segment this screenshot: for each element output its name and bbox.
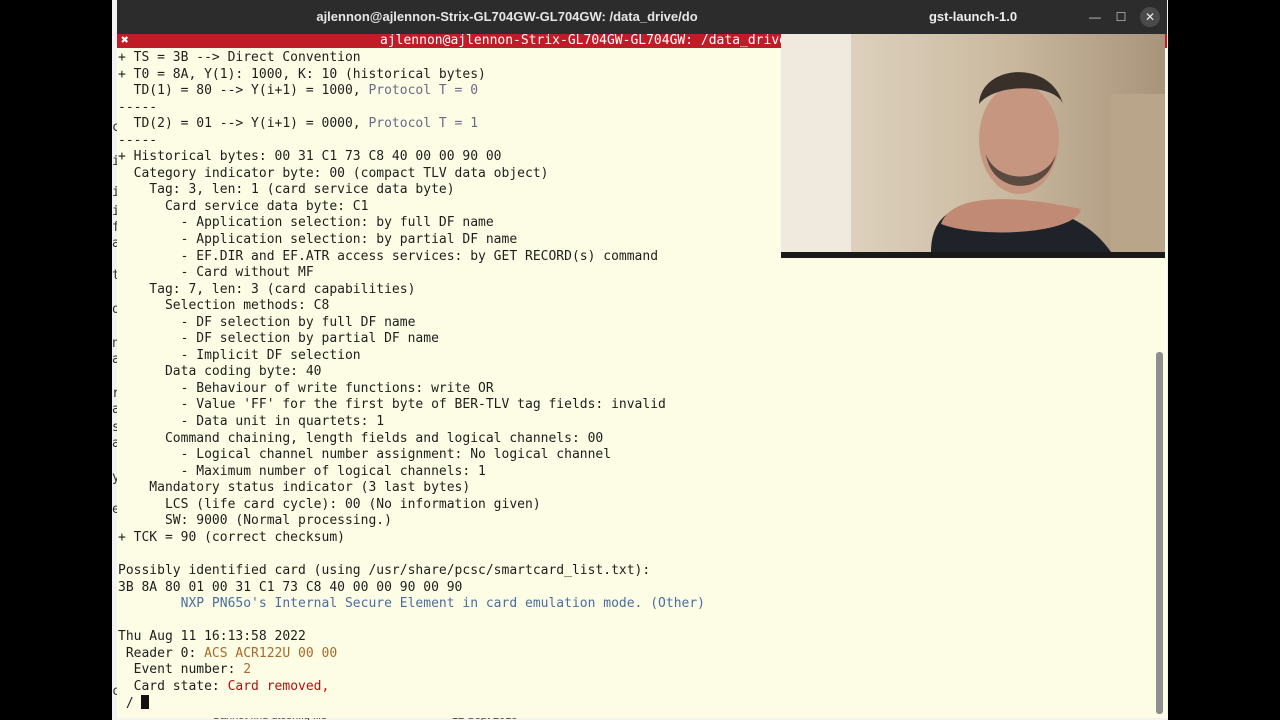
- terminal-title: ajlennon@ajlennon-Strix-GL704GW-GL704GW:…: [316, 9, 698, 24]
- gst-titlebar[interactable]: gst-launch-1.0 — ☐ ✕: [781, 0, 1165, 34]
- terminal-text: - Card without MF: [118, 265, 314, 281]
- terminal-text: - Maximum number of logical channels: 1: [118, 463, 486, 479]
- terminal-text: TD(1) = 80 --> Y(i+1) = 1000,: [118, 83, 369, 99]
- terminal-line: Selection methods: C8: [118, 298, 1148, 315]
- terminal-line: Command chaining, length fields and logi…: [118, 431, 1148, 448]
- terminal-text: - Application selection: by full DF name: [118, 215, 494, 231]
- terminal-text: + TCK = 90 (correct checksum): [118, 529, 345, 545]
- terminal-text: - Behaviour of write functions: write OR: [118, 380, 494, 396]
- terminal-line: - Behaviour of write functions: write OR: [118, 381, 1148, 398]
- maximize-icon[interactable]: ☐: [1111, 7, 1131, 27]
- terminal-line: - DF selection by partial DF name: [118, 331, 1148, 348]
- terminal-text: Category indicator byte: 00 (compact TLV…: [118, 165, 549, 181]
- terminal-line: - Card without MF: [118, 265, 1148, 282]
- terminal-line: - Logical channel number assignment: No …: [118, 447, 1148, 464]
- terminal-line: - Maximum number of logical channels: 1: [118, 464, 1148, 481]
- terminal-line: Mandatory status indicator (3 last bytes…: [118, 480, 1148, 497]
- terminal-text: - Implicit DF selection: [118, 347, 361, 363]
- tab-title: ajlennon@ajlennon-Strix-GL704GW-GL704GW:…: [380, 34, 811, 48]
- gst-video-window[interactable]: gst-launch-1.0 — ☐ ✕: [781, 0, 1165, 258]
- terminal-text: -----: [118, 132, 158, 148]
- terminal-text: + T0 = 8A, Y(1): 1000, K: 10 (historical…: [118, 66, 486, 82]
- terminal-text: Tag: 7, len: 3 (card capabilities): [118, 281, 416, 297]
- terminal-text: Protocol T = 0: [368, 83, 479, 99]
- terminal-text: - Logical channel number assignment: No …: [118, 447, 612, 463]
- terminal-line: Event number: 2: [118, 662, 1148, 679]
- terminal-line: Tag: 7, len: 3 (card capabilities): [118, 282, 1148, 299]
- terminal-text: Card state:: [118, 678, 228, 694]
- terminal-text: - Application selection: by partial DF n…: [118, 232, 518, 248]
- terminal-line: LCS (life card cycle): 00 (No informatio…: [118, 497, 1148, 514]
- terminal-text: - Value 'FF' for the first byte of BER-T…: [118, 397, 666, 413]
- terminal-line: - Value 'FF' for the first byte of BER-T…: [118, 397, 1148, 414]
- terminal-text: 2: [243, 662, 252, 678]
- terminal-line: /: [118, 695, 1148, 712]
- terminal-line: Reader 0: ACS ACR122U 00 00: [118, 646, 1148, 663]
- terminal-text: - EF.DIR and EF.ATR access services: by …: [118, 248, 659, 264]
- tab-close-icon[interactable]: ✖: [121, 34, 129, 48]
- terminal-line: - Implicit DF selection: [118, 348, 1148, 365]
- terminal-text: Tag: 3, len: 1 (card service data byte): [118, 182, 455, 198]
- close-icon[interactable]: ✕: [1140, 7, 1160, 27]
- terminal-text: Event number:: [118, 662, 244, 678]
- terminal-line: - DF selection by full DF name: [118, 315, 1148, 332]
- terminal-text: -----: [118, 99, 158, 115]
- terminal-text: Card service data byte: C1: [118, 198, 369, 214]
- terminal-text: Card removed,: [227, 678, 330, 694]
- gst-title: gst-launch-1.0: [928, 9, 1018, 24]
- terminal-text: Mandatory status indicator (3 last bytes…: [118, 480, 471, 496]
- terminal-text: - Data unit in quartets: 1: [118, 414, 385, 430]
- terminal-text: 3B 8A 80 01 00 31 C1 73 C8 40 00 00 90 0…: [118, 579, 463, 595]
- terminal-line: Data coding byte: 40: [118, 364, 1148, 381]
- terminal-line: Thu Aug 11 16:13:58 2022: [118, 629, 1148, 646]
- webcam-person-image: [781, 34, 1165, 252]
- webcam-video: [781, 34, 1165, 252]
- terminal-text: Data coding byte: 40: [118, 364, 322, 380]
- terminal-text: /: [118, 696, 142, 712]
- terminal-text: SW: 9000 (Normal processing.): [118, 513, 392, 529]
- terminal-line: - Data unit in quartets: 1: [118, 414, 1148, 431]
- terminal-text: TD(2) = 01 --> Y(i+1) = 0000,: [118, 116, 369, 132]
- terminal-text: - DF selection by partial DF name: [118, 331, 439, 347]
- terminal-text: Selection methods: C8: [118, 298, 330, 314]
- terminal-text: Reader 0:: [118, 645, 205, 661]
- terminal-text: Command chaining, length fields and logi…: [118, 430, 604, 446]
- terminal-text: LCS (life card cycle): 00 (No informatio…: [118, 496, 541, 512]
- minimize-icon[interactable]: —: [1085, 7, 1105, 27]
- terminal-line: Card state: Card removed,: [118, 679, 1148, 696]
- terminal-cursor: [141, 695, 150, 710]
- terminal-text: Possibly identified card (using /usr/sha…: [118, 562, 651, 578]
- terminal-scrollbar[interactable]: [1156, 352, 1163, 714]
- terminal-text: - DF selection by full DF name: [118, 314, 416, 330]
- terminal-text: NXP PN65o's Internal Secure Element in c…: [118, 596, 705, 612]
- terminal-text: + TS = 3B --> Direct Convention: [118, 50, 361, 65]
- terminal-text: ACS ACR122U 00 00: [204, 645, 338, 661]
- terminal-text: + Historical bytes: 00 31 C1 73 C8 40 00…: [118, 149, 502, 165]
- terminal-line: NXP PN65o's Internal Secure Element in c…: [118, 596, 1148, 613]
- terminal-line: + TCK = 90 (correct checksum): [118, 530, 1148, 547]
- terminal-line: SW: 9000 (Normal processing.): [118, 513, 1148, 530]
- terminal-line: Possibly identified card (using /usr/sha…: [118, 563, 1148, 580]
- terminal-line: 3B 8A 80 01 00 31 C1 73 C8 40 00 00 90 0…: [118, 580, 1148, 597]
- terminal-text: Protocol T = 1: [368, 116, 479, 132]
- terminal-text: Thu Aug 11 16:13:58 2022: [118, 629, 306, 645]
